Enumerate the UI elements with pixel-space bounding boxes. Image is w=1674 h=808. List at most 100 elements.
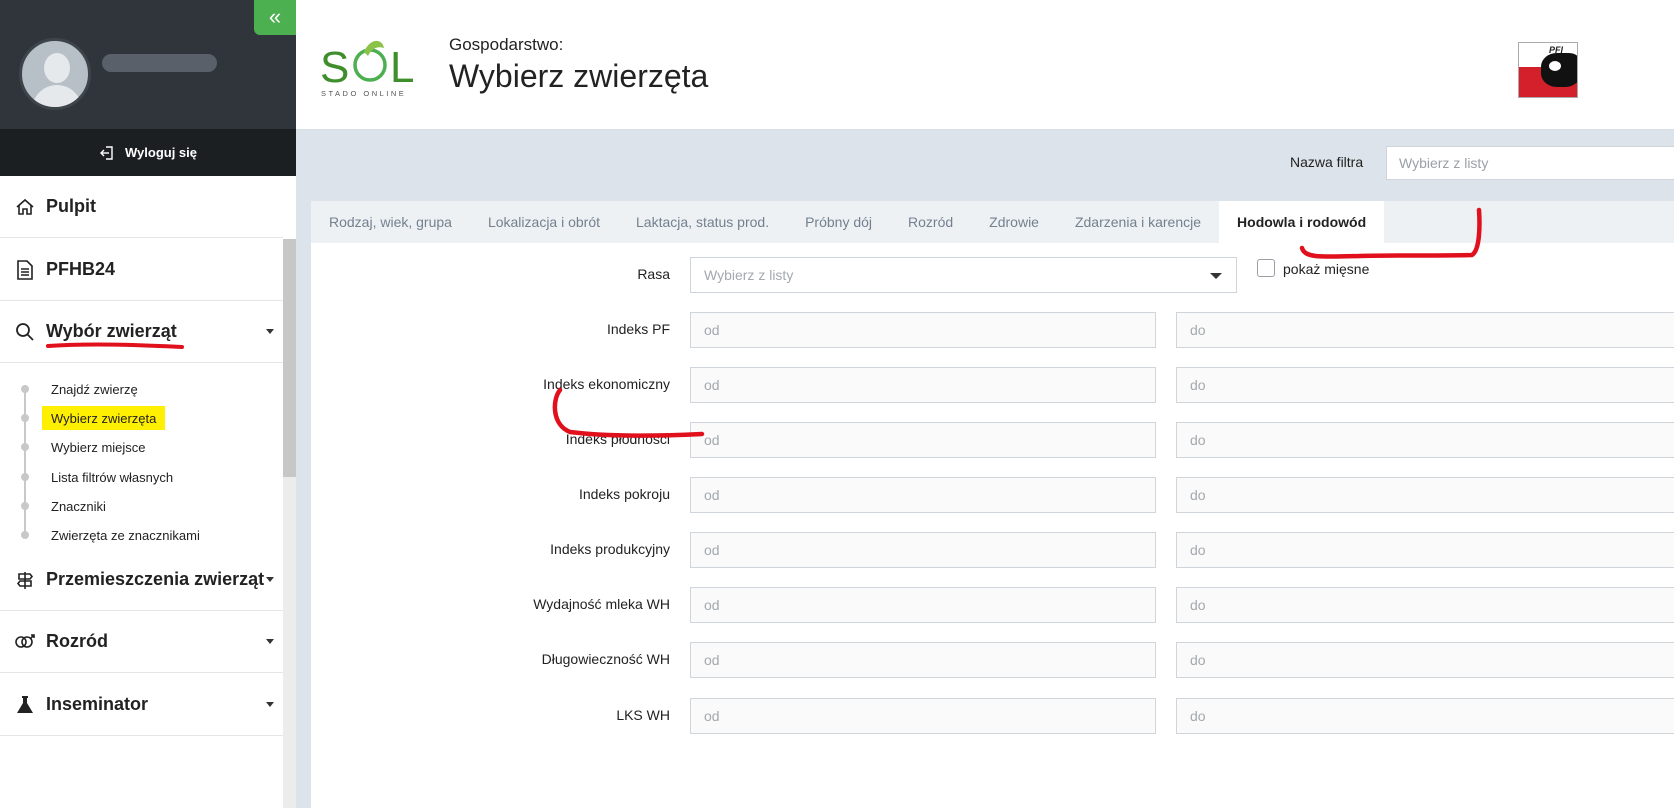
flask-icon (14, 694, 36, 716)
submenu-dot (21, 443, 29, 451)
dlugowiecznosc-from-input[interactable]: od (690, 642, 1156, 678)
field-label: Indeks produkcyjny (550, 541, 670, 557)
tab-hodowla-rodowod[interactable]: Hodowla i rodowód (1219, 201, 1385, 243)
indeks-plodnosci-to-input[interactable]: do (1176, 422, 1674, 458)
document-icon (14, 259, 36, 281)
submenu-line (24, 388, 26, 536)
menu-item-label: PFHB24 (46, 259, 116, 279)
tab-bar: Rodzaj, wiek, grupa Lokalizacja i obrót … (311, 201, 1674, 243)
avatar (19, 38, 91, 110)
indeks-ekonomiczny-from-input[interactable]: od (690, 367, 1156, 403)
signpost-icon (14, 569, 36, 591)
tab-zdarzenia-karencje[interactable]: Zdarzenia i karencje (1057, 201, 1219, 243)
svg-text:S: S (320, 43, 349, 92)
submenu-item-wybierz-miejsce[interactable]: Wybierz miejsce (42, 435, 155, 459)
rasa-select[interactable]: Wybierz z listy (690, 257, 1237, 293)
filter-name-label: Nazwa filtra (1290, 154, 1364, 170)
tab-rozrod[interactable]: Rozród (890, 201, 971, 243)
logout-label: Wyloguj się (125, 145, 197, 160)
collapse-sidebar-button[interactable]: « (254, 0, 296, 35)
farm-label: Gospodarstwo: (449, 35, 564, 54)
indeks-ekonomiczny-to-input[interactable]: do (1176, 367, 1674, 403)
tab-laktacja-status[interactable]: Laktacja, status prod. (618, 201, 787, 243)
menu-item-label: Przemieszczenia zwierząt (46, 569, 265, 589)
indeks-pf-to-input[interactable]: do (1176, 312, 1674, 348)
tab-rodzaj-wiek-grupa[interactable]: Rodzaj, wiek, grupa (311, 201, 470, 243)
dlugowiecznosc-to-input[interactable]: do (1176, 642, 1674, 678)
submenu-dot (21, 473, 29, 481)
field-label: Długowieczność WH (541, 651, 670, 667)
form-row-lks-wh: LKS WH od do (311, 698, 1674, 734)
submenu-item-wybierz-zwierzeta[interactable]: Wybierz zwierzęta (42, 406, 166, 430)
menu-item-label: Wybór zwierząt (46, 321, 177, 341)
indeks-pf-from-input[interactable]: od (690, 312, 1156, 348)
menu-item-label: Inseminator (46, 694, 149, 714)
sidebar: « Wyloguj się Pulpit PFHB24 Wybór zwierz… (0, 0, 296, 808)
user-panel: « (0, 0, 296, 129)
menu-item-pfhb24[interactable]: PFHB24 (0, 239, 283, 301)
indeks-pokroju-from-input[interactable]: od (690, 477, 1156, 513)
show-meat-label: pokaż mięsne (1283, 261, 1370, 277)
chevron-down-icon (266, 639, 274, 644)
field-label: Indeks pokroju (578, 486, 670, 502)
pfhb-logo: PFI (1518, 42, 1578, 98)
filter-name-select[interactable]: Wybierz z listy (1386, 146, 1674, 180)
menu-item-inseminator[interactable]: Inseminator (0, 674, 283, 736)
form-row-indeks-plodnosci: Indeks płodności od do (311, 422, 1674, 458)
logout-icon (100, 145, 113, 160)
tab-lokalizacja-obrot[interactable]: Lokalizacja i obrót (470, 201, 618, 243)
menu-item-wybor-zwierzat[interactable]: Wybór zwierząt (0, 301, 283, 363)
form-row-dlugowiecznosc: Długowieczność WH od do (311, 642, 1674, 678)
tab-probny-doj[interactable]: Próbny dój (787, 201, 890, 243)
lks-wh-to-input[interactable]: do (1176, 698, 1674, 734)
field-label: Wydajność mleka WH (533, 596, 670, 612)
header: S L STADO ONLINE Gospodarstwo: Wybierz z… (296, 0, 1674, 130)
indeks-pokroju-to-input[interactable]: do (1176, 477, 1674, 513)
menu-item-label: Pulpit (46, 196, 96, 216)
dropdown-arrow-icon (1210, 273, 1222, 279)
filter-panel: Rodzaj, wiek, grupa Lokalizacja i obrót … (311, 201, 1674, 808)
submenu-dot (21, 385, 29, 393)
form-row-wydajnosc-mleka: Wydajność mleka WH od do (311, 587, 1674, 623)
field-label: LKS WH (616, 707, 670, 723)
show-meat-checkbox[interactable] (1257, 259, 1275, 277)
indeks-produkcyjny-from-input[interactable]: od (690, 532, 1156, 568)
form-row-indeks-ekonomiczny: Indeks ekonomiczny od do (311, 367, 1674, 403)
lks-wh-from-input[interactable]: od (690, 698, 1156, 734)
username-redacted (102, 54, 217, 72)
sol-logo: S L STADO ONLINE (320, 32, 430, 98)
search-icon (14, 321, 36, 343)
submenu-dot (21, 531, 29, 539)
field-label: Indeks płodności (565, 431, 670, 447)
submenu-item-znajdz-zwierze[interactable]: Znajdź zwierzę (42, 377, 147, 401)
svg-text:L: L (390, 43, 414, 92)
indeks-plodnosci-from-input[interactable]: od (690, 422, 1156, 458)
tab-zdrowie[interactable]: Zdrowie (971, 201, 1057, 243)
main-content: Nazwa filtra Wybierz z listy Rodzaj, wie… (296, 130, 1674, 808)
submenu-dot (21, 502, 29, 510)
scrollbar-thumb[interactable] (283, 239, 296, 477)
wydajnosc-mleka-to-input[interactable]: do (1176, 587, 1674, 623)
cow-icon (1541, 53, 1577, 87)
indeks-produkcyjny-to-input[interactable]: do (1176, 532, 1674, 568)
form-row-indeks-pokroju: Indeks pokroju od do (311, 477, 1674, 513)
submenu-item-znaczniki[interactable]: Znaczniki (42, 494, 115, 518)
submenu-item-zwierzeta-ze-znacznikami[interactable]: Zwierzęta ze znacznikami (42, 523, 209, 547)
menu-item-przemieszczenia[interactable]: Przemieszczenia zwierząt (0, 549, 283, 611)
submenu-item-lista-filtrow[interactable]: Lista filtrów własnych (42, 465, 182, 489)
logo-subtitle: STADO ONLINE (321, 89, 406, 98)
home-icon (14, 196, 36, 218)
menu-item-label: Rozród (46, 631, 108, 651)
submenu-dot (21, 414, 29, 422)
wydajnosc-mleka-from-input[interactable]: od (690, 587, 1156, 623)
form-row-indeks-produkcyjny: Indeks produkcyjny od do (311, 532, 1674, 568)
menu-item-pulpit[interactable]: Pulpit (0, 176, 283, 238)
form-row-indeks-pf: Indeks PF od do (311, 312, 1674, 348)
form-row-rasa: Rasa Wybierz z listy pokaż mięsne (311, 257, 1674, 293)
gender-icon (14, 631, 36, 653)
chevron-down-icon (266, 577, 274, 582)
sidebar-scrollbar[interactable] (283, 239, 296, 808)
menu-item-rozrod[interactable]: Rozród (0, 611, 283, 673)
logout-button[interactable]: Wyloguj się (0, 129, 296, 176)
page-title: Wybierz zwierzęta (449, 58, 709, 94)
